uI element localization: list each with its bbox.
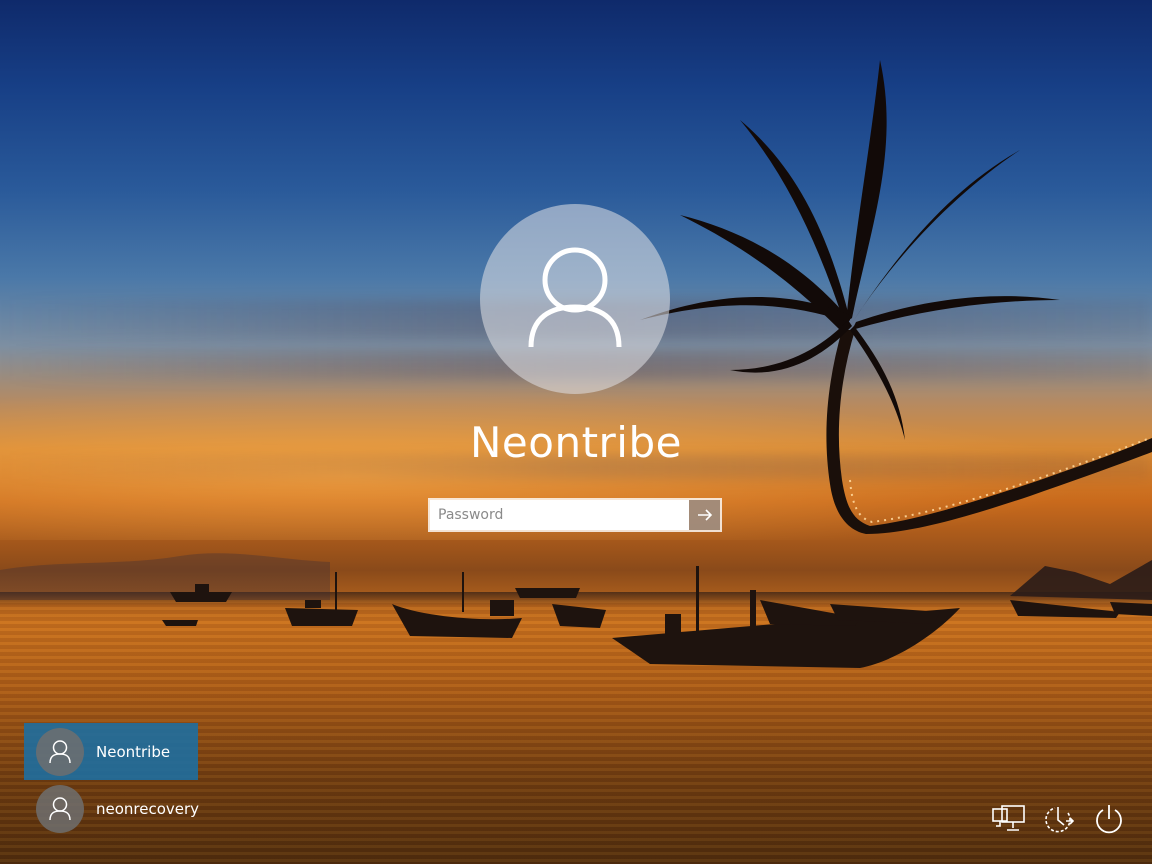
person-icon (528, 247, 622, 348)
user-item-neontribe[interactable]: Neontribe (24, 723, 198, 780)
avatar (36, 784, 84, 833)
power-icon (1096, 805, 1122, 834)
submit-button[interactable] (689, 500, 720, 530)
user-item-neonrecovery[interactable]: neonrecovery (24, 780, 200, 837)
network-icon (992, 805, 1025, 831)
person-icon (49, 796, 71, 820)
ease-of-access-icon (1045, 807, 1075, 833)
user-avatar-large (480, 204, 670, 394)
user-item-label: Neontribe (96, 742, 171, 761)
user-list: Neontribe neonrecovery (24, 723, 200, 837)
network-button[interactable] (990, 800, 1028, 838)
person-icon (49, 739, 71, 763)
user-item-label: neonrecovery (96, 799, 200, 818)
avatar (36, 727, 84, 776)
power-button[interactable] (1090, 800, 1128, 838)
corner-controls (990, 800, 1128, 838)
password-input[interactable] (430, 500, 689, 530)
arrow-right-icon (697, 509, 712, 521)
ease-of-access-button[interactable] (1040, 800, 1078, 838)
password-box (428, 498, 722, 532)
user-name-title: Neontribe (470, 418, 682, 467)
